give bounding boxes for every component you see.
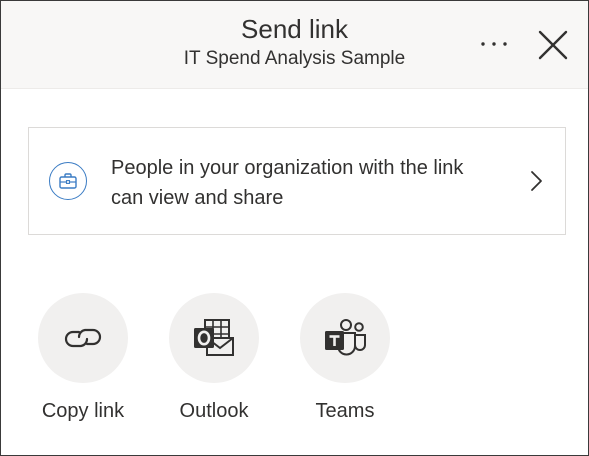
outlook-label: Outlook	[179, 400, 249, 422]
link-permission-settings[interactable]: People in your organization with the lin…	[28, 127, 566, 235]
briefcase-icon	[49, 162, 87, 200]
outlook-circle	[169, 293, 259, 383]
teams-circle	[300, 293, 390, 383]
send-link-dialog: Send link IT Spend Analysis Sample Peopl…	[0, 0, 589, 456]
more-options-button[interactable]	[475, 29, 513, 59]
outlook-share-button[interactable]: Outlook	[159, 293, 269, 433]
close-icon	[538, 30, 568, 60]
teams-label: Teams	[315, 400, 375, 422]
copy-link-label: Copy link	[41, 400, 125, 422]
permission-line-1: People in your organization with the lin…	[111, 157, 464, 179]
more-horizontal-icon	[481, 42, 507, 46]
dialog-header: Send link IT Spend Analysis Sample	[1, 1, 588, 89]
teams-share-button[interactable]: Teams	[290, 293, 400, 433]
permission-line-2: can view and share	[111, 187, 284, 209]
copy-link-circle	[38, 293, 128, 383]
close-button[interactable]	[532, 24, 574, 66]
teams-icon	[325, 319, 366, 356]
link-icon	[64, 328, 102, 348]
permission-description: People in your organization with the lin…	[111, 153, 521, 213]
outlook-icon	[194, 319, 234, 356]
copy-link-button[interactable]: Copy link	[28, 293, 138, 433]
chevron-right-icon	[531, 171, 542, 191]
